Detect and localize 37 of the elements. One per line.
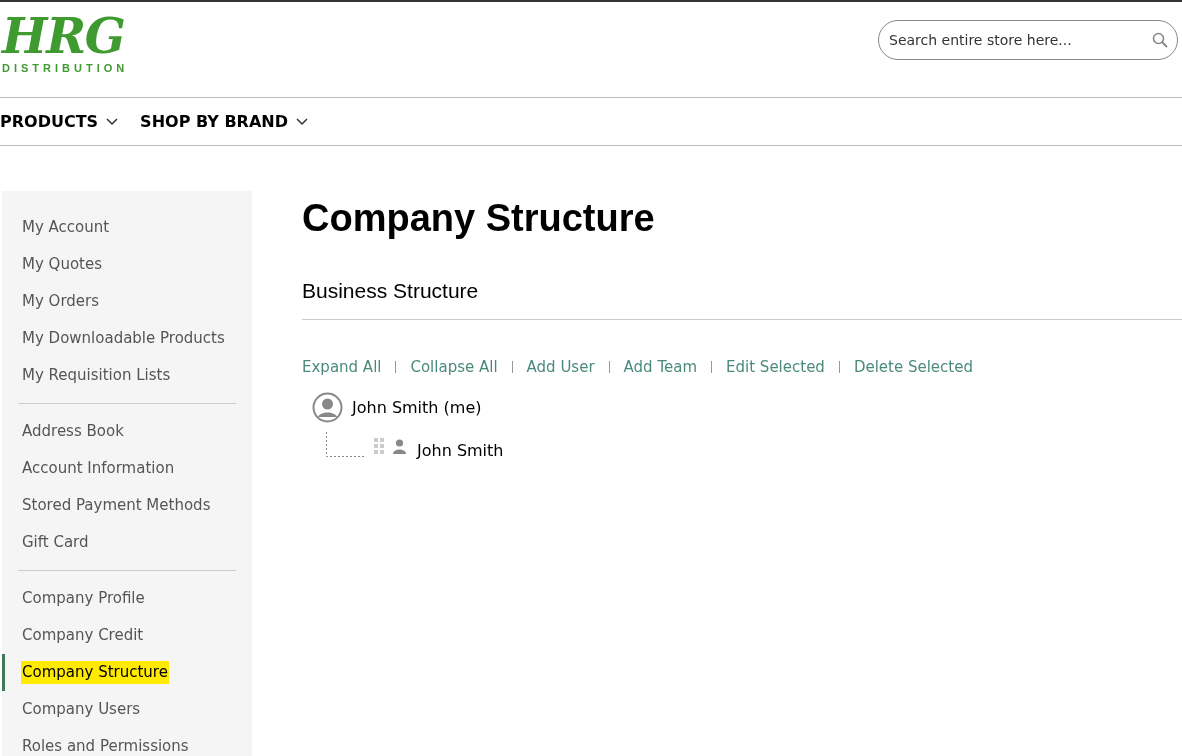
sidebar-link[interactable]: My Orders <box>21 290 101 313</box>
sidebar-link[interactable]: Address Book <box>21 420 125 443</box>
logo-tagline: DISTRIBUTION <box>2 62 129 74</box>
sidebar-link[interactable]: Account Information <box>21 457 176 480</box>
user-icon <box>393 438 406 454</box>
action-link[interactable]: Add Team <box>623 355 698 378</box>
search-icon[interactable] <box>1152 32 1168 48</box>
sidebar-link[interactable]: My Quotes <box>21 253 103 276</box>
logo-wordmark: HRG <box>2 10 125 62</box>
action-link[interactable]: Edit Selected <box>726 355 825 378</box>
chevron-down-icon <box>106 117 119 126</box>
logo[interactable]: HRG DISTRIBUTION <box>0 2 129 74</box>
sidebar-link[interactable]: Company Credit <box>21 624 145 647</box>
search-field[interactable]: Search entire store here... <box>878 20 1178 60</box>
tree-node-label[interactable]: John Smith <box>417 439 504 463</box>
tree-connector-line <box>326 432 366 460</box>
action-link[interactable]: Collapse All <box>410 355 498 378</box>
sidebar-link[interactable]: Stored Payment Methods <box>21 494 212 517</box>
tree-node-label[interactable]: John Smith (me) <box>352 395 482 420</box>
chevron-down-icon <box>295 117 308 126</box>
sidebar-link[interactable]: Roles and Permissions <box>21 735 190 756</box>
action-link[interactable]: Add User <box>526 355 595 378</box>
nav-menu-item[interactable]: SHOP BY BRAND <box>140 109 308 134</box>
sidebar-link[interactable]: Company Structure <box>21 661 169 684</box>
user-avatar-icon <box>312 392 343 423</box>
sidebar-link[interactable]: My Account <box>21 216 111 239</box>
sidebar-link[interactable]: Gift Card <box>21 531 90 554</box>
nav-menu-item[interactable]: PRODUCTS <box>0 109 119 134</box>
action-link[interactable]: Expand All <box>302 355 382 378</box>
page-title: Company Structure <box>302 196 656 241</box>
sidebar-link[interactable]: Company Users <box>21 698 142 721</box>
section-title: Business Structure <box>302 275 1182 320</box>
action-link[interactable]: Delete Selected <box>853 355 973 378</box>
sidebar-link[interactable]: Company Profile <box>21 587 146 610</box>
drag-handle-icon[interactable] <box>374 437 385 455</box>
sidebar-link[interactable]: My Requisition Lists <box>21 364 172 387</box>
sidebar-link[interactable]: My Downloadable Products <box>21 327 226 350</box>
